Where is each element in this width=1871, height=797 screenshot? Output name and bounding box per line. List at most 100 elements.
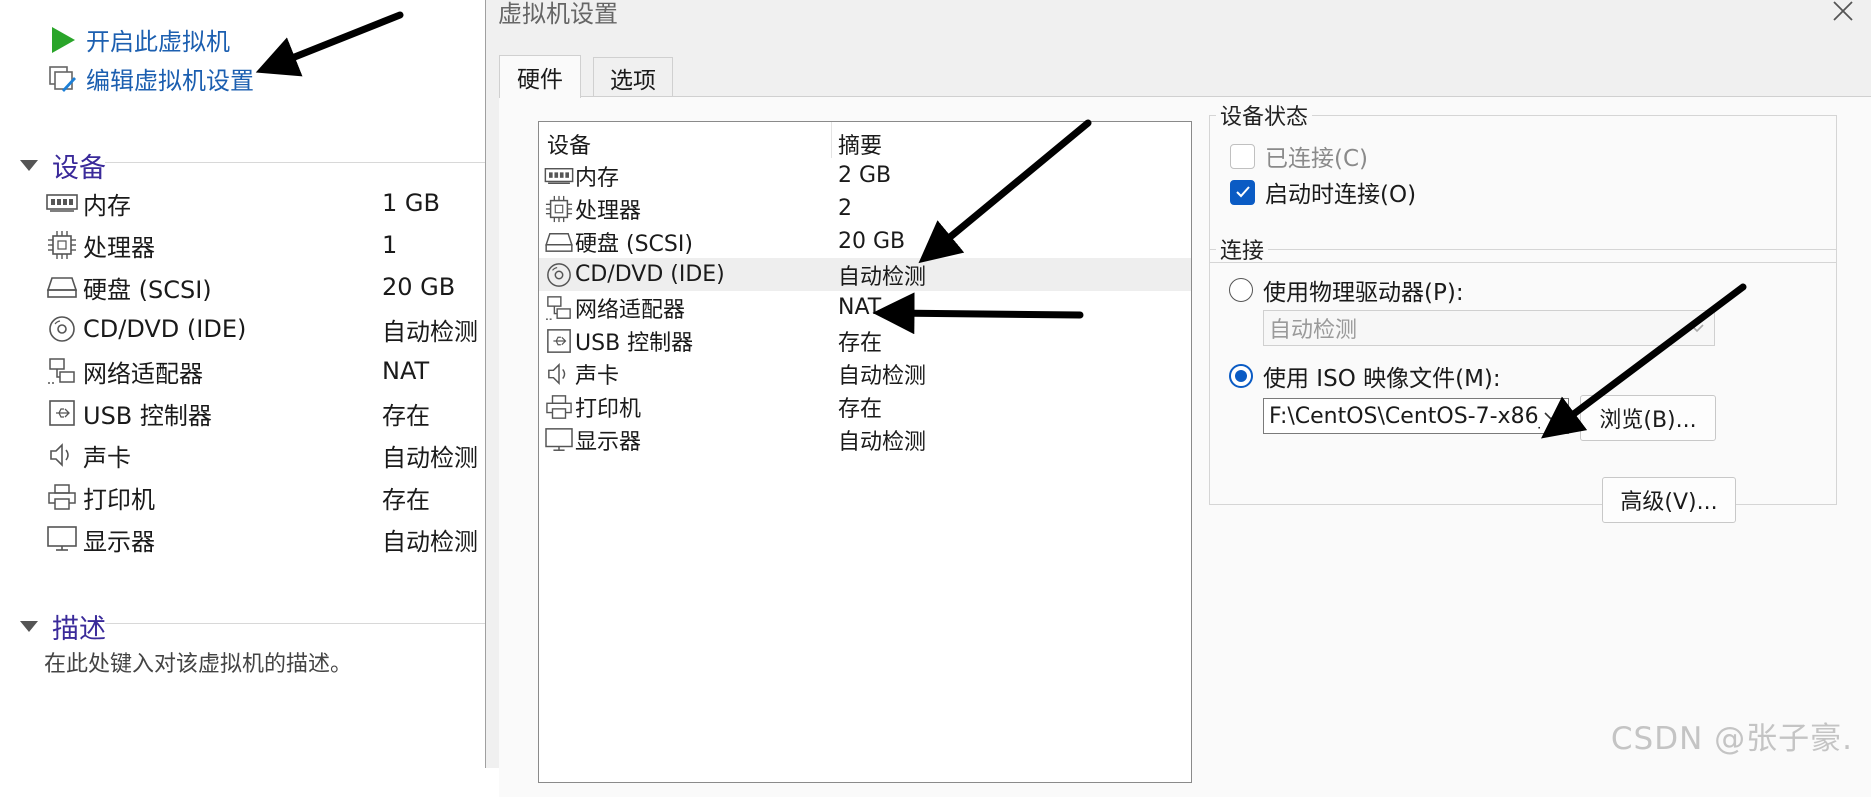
edit-vm-settings-link[interactable]: 编辑虚拟机设置 — [48, 61, 254, 96]
collapse-triangle-icon — [20, 621, 38, 632]
device-name: USB 控制器 — [83, 401, 212, 430]
display-icon — [45, 524, 79, 554]
hardware-tab-panel: 设备 摘要 内存 2 GB 处理器 2 硬盘 (SCSI) 20 GB CD/D… — [499, 96, 1871, 797]
advanced-button[interactable]: 高级(V)... — [1602, 477, 1736, 523]
chevron-down-icon — [1690, 324, 1704, 333]
hardware-row-network-adapter[interactable]: 网络适配器 NAT — [539, 291, 1191, 324]
chevron-down-icon — [1544, 412, 1558, 421]
memory-icon — [543, 162, 575, 190]
column-separator[interactable] — [831, 122, 832, 158]
device-row-printer[interactable]: 打印机 存在 — [45, 477, 485, 517]
close-icon[interactable] — [1824, 0, 1858, 30]
connection-legend: 连接 — [1220, 239, 1265, 264]
hardware-row-hard-disk[interactable]: 硬盘 (SCSI) 20 GB — [539, 225, 1191, 258]
hardware-summary: 2 — [838, 196, 852, 221]
processor-icon — [543, 195, 575, 223]
advanced-button-label: 高级(V)... — [1620, 490, 1718, 515]
usb-icon — [45, 398, 79, 428]
device-name: 声卡 — [83, 443, 131, 472]
watermark: CSDN @张子豪. — [1610, 721, 1853, 757]
device-row-hard-disk[interactable]: 硬盘 (SCSI) 20 GB — [45, 267, 485, 307]
devices-section-header[interactable]: 设备 — [20, 146, 106, 185]
radio-circle — [1229, 278, 1253, 302]
hardware-row-memory[interactable]: 内存 2 GB — [539, 159, 1191, 192]
hardware-summary: NAT — [838, 295, 882, 320]
device-row-memory[interactable]: 内存 1 GB — [45, 183, 485, 223]
device-value: 1 GB — [382, 189, 440, 217]
hardware-row-sound-card[interactable]: 声卡 自动检测 — [539, 357, 1191, 390]
description-section-title: 描述 — [52, 614, 106, 645]
dialog-title: 虚拟机设置 — [498, 0, 618, 28]
description-section-header[interactable]: 描述 — [20, 607, 106, 646]
device-list-header: 设备 摘要 — [539, 122, 1191, 160]
connect-at-power-on-label: 启动时连接(O) — [1265, 182, 1417, 208]
device-value: 1 — [382, 231, 398, 259]
hardware-summary: 存在 — [838, 396, 883, 422]
checkmark-icon — [1230, 179, 1255, 205]
memory-icon — [45, 188, 79, 218]
device-name: 硬盘 (SCSI) — [83, 275, 212, 304]
use-physical-drive-radio[interactable]: 使用物理驱动器(P): — [1229, 273, 1464, 307]
hardware-row-display[interactable]: 显示器 自动检测 — [539, 423, 1191, 456]
device-row-processor[interactable]: 处理器 1 — [45, 225, 485, 265]
hardware-name: 处理器 — [575, 198, 642, 224]
device-row-usb-controller[interactable]: USB 控制器 存在 — [45, 393, 485, 433]
device-name: 显示器 — [83, 527, 155, 556]
hardware-row-cd-dvd[interactable]: CD/DVD (IDE) 自动检测 — [539, 258, 1191, 291]
tab-label: 硬件 — [517, 67, 563, 93]
hardware-summary: 自动检测 — [838, 363, 927, 389]
connected-label: 已连接(C) — [1265, 146, 1369, 172]
processor-icon — [45, 230, 79, 260]
sound-card-icon — [543, 360, 575, 388]
cd-dvd-icon — [45, 314, 79, 344]
browse-button[interactable]: 浏览(B)... — [1580, 395, 1716, 441]
hardware-name: 内存 — [575, 165, 620, 191]
tab-options[interactable]: 选项 — [593, 57, 673, 98]
column-header-device[interactable]: 设备 — [547, 128, 591, 160]
network-adapter-icon — [45, 356, 79, 386]
device-status-legend: 设备状态 — [1220, 105, 1309, 130]
hard-disk-icon — [45, 272, 79, 302]
hardware-device-list[interactable]: 设备 摘要 内存 2 GB 处理器 2 硬盘 (SCSI) 20 GB CD/D… — [538, 121, 1192, 783]
tab-hardware[interactable]: 硬件 — [499, 55, 581, 98]
device-row-sound-card[interactable]: 声卡 自动检测 — [45, 435, 485, 475]
device-value: 存在 — [382, 485, 430, 514]
use-iso-image-label: 使用 ISO 映像文件(M): — [1263, 366, 1501, 392]
collapse-triangle-icon — [20, 160, 38, 171]
power-on-vm-link[interactable]: 开启此虚拟机 — [48, 22, 230, 57]
device-name: 内存 — [83, 191, 131, 220]
hardware-name: CD/DVD (IDE) — [575, 262, 725, 287]
device-row-cd-dvd[interactable]: CD/DVD (IDE) 自动检测 — [45, 309, 485, 349]
hardware-summary: 2 GB — [838, 163, 892, 188]
hardware-name: 网络适配器 — [575, 297, 686, 323]
device-value: 存在 — [382, 401, 430, 430]
hardware-row-printer[interactable]: 打印机 存在 — [539, 390, 1191, 423]
hardware-name: USB 控制器 — [575, 330, 694, 356]
network-adapter-icon — [543, 294, 575, 322]
physical-drive-dropdown[interactable]: 自动检测 — [1263, 310, 1715, 346]
radio-circle — [1229, 364, 1253, 388]
section-divider — [105, 623, 485, 624]
browse-button-label: 浏览(B)... — [1599, 408, 1697, 433]
use-iso-image-radio[interactable]: 使用 ISO 映像文件(M): — [1229, 359, 1501, 393]
hardware-row-usb-controller[interactable]: USB 控制器 存在 — [539, 324, 1191, 357]
device-row-display[interactable]: 显示器 自动检测 — [45, 519, 485, 559]
iso-path-combobox[interactable]: F:\CentOS\CentOS-7-x86_64-D — [1263, 398, 1569, 434]
device-value: 自动检测 — [382, 443, 478, 472]
printer-icon — [45, 482, 79, 512]
description-text[interactable]: 在此处键入对该虚拟机的描述。 — [44, 646, 352, 678]
connected-checkbox[interactable]: 已连接(C) — [1230, 139, 1368, 173]
device-value: 20 GB — [382, 273, 456, 301]
sound-card-icon — [45, 440, 79, 470]
connect-at-power-on-checkbox[interactable]: 启动时连接(O) — [1230, 175, 1416, 209]
vm-summary-panel: 开启此虚拟机 编辑虚拟机设置 设备 内存 1 GB 处理器 1 硬盘 (SCSI… — [0, 0, 485, 768]
device-name: CD/DVD (IDE) — [83, 315, 247, 343]
iso-path-value: F:\CentOS\CentOS-7-x86_64-D — [1269, 403, 1540, 429]
device-row-network-adapter[interactable]: 网络适配器 NAT — [45, 351, 485, 391]
hardware-row-processor[interactable]: 处理器 2 — [539, 192, 1191, 225]
hardware-summary: 20 GB — [838, 229, 906, 254]
column-header-summary[interactable]: 摘要 — [838, 128, 882, 160]
hard-disk-icon — [543, 228, 575, 256]
display-icon — [543, 426, 575, 454]
hardware-summary: 自动检测 — [838, 264, 927, 290]
